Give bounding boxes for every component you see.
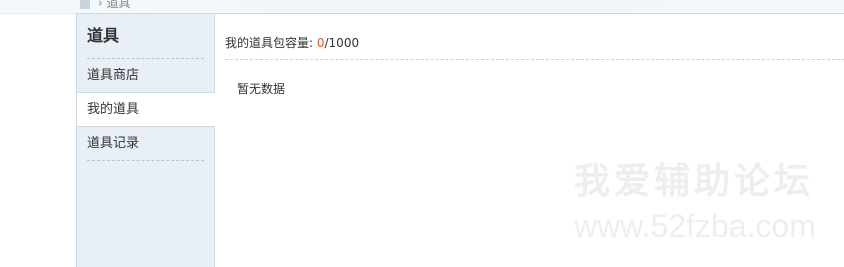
empty-message: 暂无数据 (237, 82, 286, 96)
sidebar-title: 道具 (87, 14, 204, 59)
capacity-info: 我的道具包容量: 0/1000 (225, 34, 359, 51)
breadcrumb: › 道具 (80, 0, 130, 11)
sidebar: 道具 道具商店 我的道具 道具记录 (77, 14, 215, 267)
divider (225, 59, 844, 60)
sidebar-item-my-items[interactable]: 我的道具 (77, 92, 215, 127)
sidebar-item-records[interactable]: 道具记录 (77, 127, 214, 161)
breadcrumb-separator: › (97, 0, 103, 10)
sidebar-item-shop[interactable]: 道具商店 (77, 59, 214, 93)
capacity-used: 0 (316, 36, 325, 50)
top-bar: › 道具 (0, 0, 844, 14)
sidebar-item-label: 我的道具 (87, 102, 140, 117)
capacity-total: /1000 (324, 36, 360, 50)
breadcrumb-current[interactable]: 道具 (106, 0, 130, 10)
watermark-title: 我爱辅助论坛 (574, 161, 815, 202)
home-icon[interactable] (80, 0, 90, 9)
sidebar-item-label: 道具记录 (87, 127, 204, 161)
sidebar-item-label: 道具商店 (87, 59, 204, 93)
capacity-label: 我的道具包容量: (225, 36, 317, 50)
watermark-url: www.52fzba.com (574, 208, 816, 244)
